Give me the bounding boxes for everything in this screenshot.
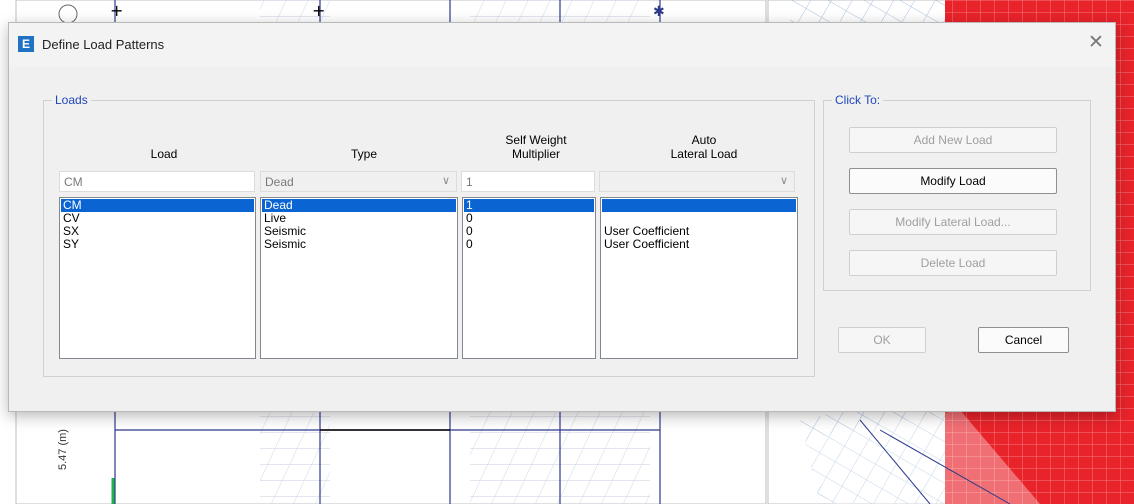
load-name: CM	[63, 198, 82, 212]
self-weight-input[interactable]: 1	[461, 171, 595, 192]
auto-lateral-value: User Coefficient	[604, 224, 690, 238]
self-weight-value: 0	[466, 237, 473, 251]
list-item[interactable]: 0	[464, 238, 594, 251]
load-column-header: Load	[150, 147, 178, 161]
delete-load-button[interactable]: Delete Load	[849, 250, 1057, 276]
svg-text:+: +	[312, 1, 325, 20]
load-type: Seismic	[264, 224, 307, 238]
list-item[interactable]: User Coefficient	[602, 238, 796, 251]
self-weight-listbox[interactable]: 1 0 0 0	[462, 197, 596, 359]
auto-lateral-value: User Coefficient	[604, 237, 690, 251]
self-weight-value: 0	[466, 224, 473, 238]
load-name-input[interactable]: CM	[59, 171, 255, 192]
elevation-label: 5.47 (m)	[57, 429, 69, 470]
type-listbox[interactable]: Dead Live Seismic Seismic	[260, 197, 458, 359]
cancel-button[interactable]: Cancel	[978, 327, 1069, 353]
type-dropdown-value: Dead	[265, 175, 294, 189]
list-item[interactable]: CM	[61, 199, 254, 212]
list-item[interactable]: 1	[464, 199, 594, 212]
list-item[interactable]: SX	[61, 225, 254, 238]
self-weight-value: 0	[466, 211, 473, 225]
load-type: Seismic	[264, 237, 307, 251]
svg-text:+: +	[110, 1, 123, 20]
svg-text:✱: ✱	[653, 4, 665, 20]
loads-group-legend: Loads	[55, 93, 88, 107]
loads-group: Loads Load Type Self Weight Multiplier A…	[43, 93, 815, 377]
list-item[interactable]: Seismic	[262, 238, 456, 251]
auto-lateral-listbox[interactable]: User Coefficient User Coefficient	[600, 197, 798, 359]
ok-button[interactable]: OK	[838, 327, 926, 353]
define-load-patterns-dialog: E Define Load Patterns ✕ Loads Load Type…	[8, 22, 1116, 412]
list-item[interactable]	[602, 199, 796, 212]
load-type: Live	[264, 211, 287, 225]
load-name: SX	[63, 224, 80, 238]
list-item[interactable]: CV	[61, 212, 254, 225]
self-weight-value: 1	[466, 198, 473, 212]
auto-lateral-column-header: Auto Lateral Load	[670, 133, 738, 161]
type-dropdown[interactable]: Dead ∨	[260, 171, 457, 192]
list-item[interactable]: Dead	[262, 199, 456, 212]
load-listbox[interactable]: CM CV SX SY	[59, 197, 256, 359]
load-name: SY	[63, 237, 80, 251]
add-new-load-button[interactable]: Add New Load	[849, 127, 1057, 153]
etabs-app-icon: E	[18, 36, 34, 52]
dialog-titlebar[interactable]: E Define Load Patterns ✕	[9, 23, 1115, 67]
modify-load-button[interactable]: Modify Load	[849, 168, 1057, 194]
click-to-legend: Click To:	[835, 93, 881, 107]
self-weight-column-header: Self Weight Multiplier	[505, 133, 567, 161]
auto-lateral-dropdown[interactable]: ∨	[599, 171, 795, 192]
close-icon[interactable]: ✕	[1083, 31, 1109, 57]
dialog-title: Define Load Patterns	[42, 37, 165, 52]
chevron-down-icon: ∨	[779, 175, 788, 187]
list-item[interactable]: SY	[61, 238, 254, 251]
chevron-down-icon: ∨	[441, 175, 450, 187]
modify-lateral-load-button[interactable]: Modify Lateral Load...	[849, 209, 1057, 235]
list-item[interactable]: 0	[464, 225, 594, 238]
load-name: CV	[63, 211, 80, 225]
load-type: Dead	[264, 198, 293, 212]
list-item[interactable]: 0	[464, 212, 594, 225]
click-to-group: Click To: Add New Load Modify Load Modif…	[823, 93, 1091, 291]
type-column-header: Type	[350, 147, 377, 161]
